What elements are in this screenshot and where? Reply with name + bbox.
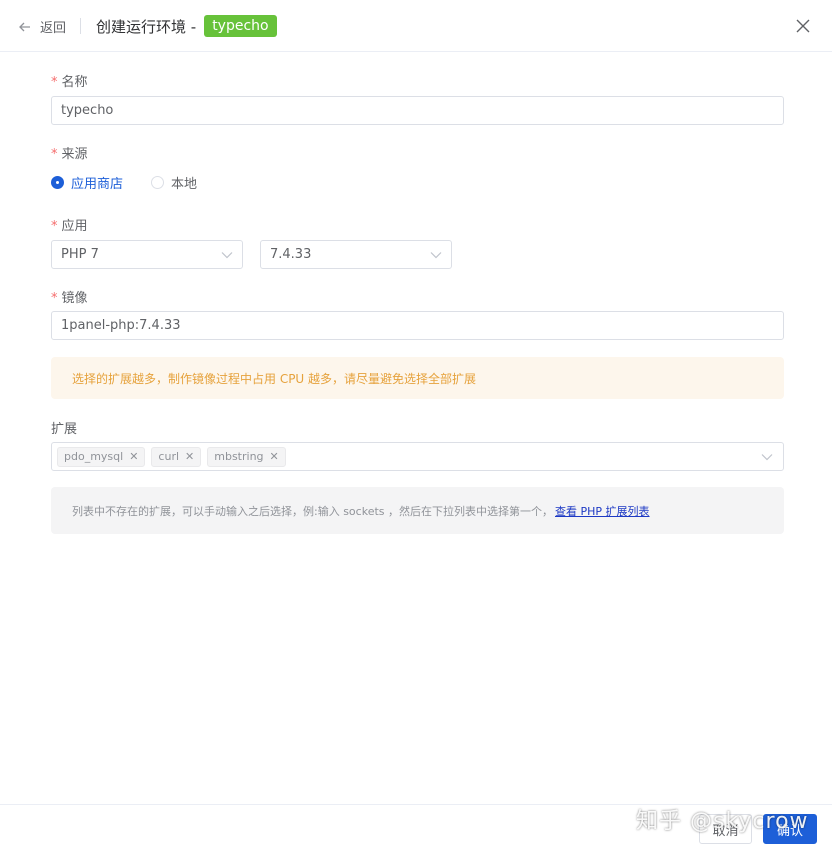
image-label: * 镜像 (51, 291, 88, 306)
name-label: * 名称 (51, 75, 88, 90)
arrow-left-icon (19, 22, 30, 31)
drawer-header: 返回 创建运行环境 - typecho (0, 0, 832, 52)
page-title-text: 创建运行环境 - (96, 17, 197, 36)
required-mark: * (51, 219, 58, 234)
app-name-tag: typecho (204, 15, 277, 37)
cancel-button[interactable]: 取消 (699, 814, 752, 844)
header-divider (80, 18, 81, 34)
required-mark: * (51, 75, 58, 90)
confirm-button[interactable]: 确认 (763, 814, 817, 844)
extension-chip: pdo_mysql ✕ (57, 446, 146, 467)
hint-text: 列表中不存在的扩展，可以手动输入之后选择，例:输入 sockets ，然后在下拉… (72, 504, 553, 518)
extensions-hint: 列表中不存在的扩展，可以手动输入之后选择，例:输入 sockets ，然后在下拉… (51, 487, 784, 534)
version-select-value: 7.4.33 (270, 247, 312, 262)
chevron-down-icon (430, 251, 442, 258)
close-icon[interactable]: ✕ (270, 450, 279, 463)
required-mark: * (51, 291, 58, 306)
extension-chip: curl ✕ (151, 446, 202, 467)
warning-alert: 选择的扩展越多，制作镜像过程中占用 CPU 越多，请尽量避免选择全部扩展 (51, 357, 784, 399)
extension-chip: mbstring ✕ (207, 446, 286, 467)
radio-unchecked-icon (151, 176, 165, 189)
php-extensions-link[interactable]: 查看 PHP 扩展列表 (555, 503, 650, 519)
required-mark: * (51, 147, 58, 162)
close-icon[interactable]: ✕ (129, 450, 138, 463)
close-icon[interactable]: ✕ (185, 450, 194, 463)
version-select[interactable]: 7.4.33 (260, 240, 452, 269)
name-input-value: typecho (61, 103, 114, 118)
page-title: 创建运行环境 - typecho (96, 15, 277, 37)
back-label: 返回 (40, 21, 67, 36)
image-input-value: 1panel-php:7.4.33 (61, 318, 181, 333)
app-select[interactable]: PHP 7 (51, 240, 243, 269)
radio-app-store[interactable]: 应用商店 (51, 173, 123, 192)
extensions-label: 扩展 (51, 422, 78, 437)
warning-text: 选择的扩展越多，制作镜像过程中占用 CPU 越多，请尽量避免选择全部扩展 (72, 371, 477, 386)
source-label: * 来源 (51, 147, 88, 162)
extensions-select[interactable]: pdo_mysql ✕ curl ✕ mbstring ✕ (51, 442, 784, 471)
back-button[interactable]: 返回 (18, 17, 66, 36)
image-input[interactable]: 1panel-php:7.4.33 (51, 311, 784, 340)
source-radio-group: 应用商店 本地 (51, 173, 225, 192)
radio-checked-icon (51, 176, 64, 189)
app-label: * 应用 (51, 219, 88, 234)
chevron-down-icon (761, 454, 773, 461)
app-select-value: PHP 7 (61, 247, 99, 262)
radio-local[interactable]: 本地 (151, 173, 197, 192)
close-icon[interactable] (796, 19, 810, 33)
chevron-down-icon (221, 251, 233, 258)
name-input[interactable]: typecho (51, 96, 784, 125)
